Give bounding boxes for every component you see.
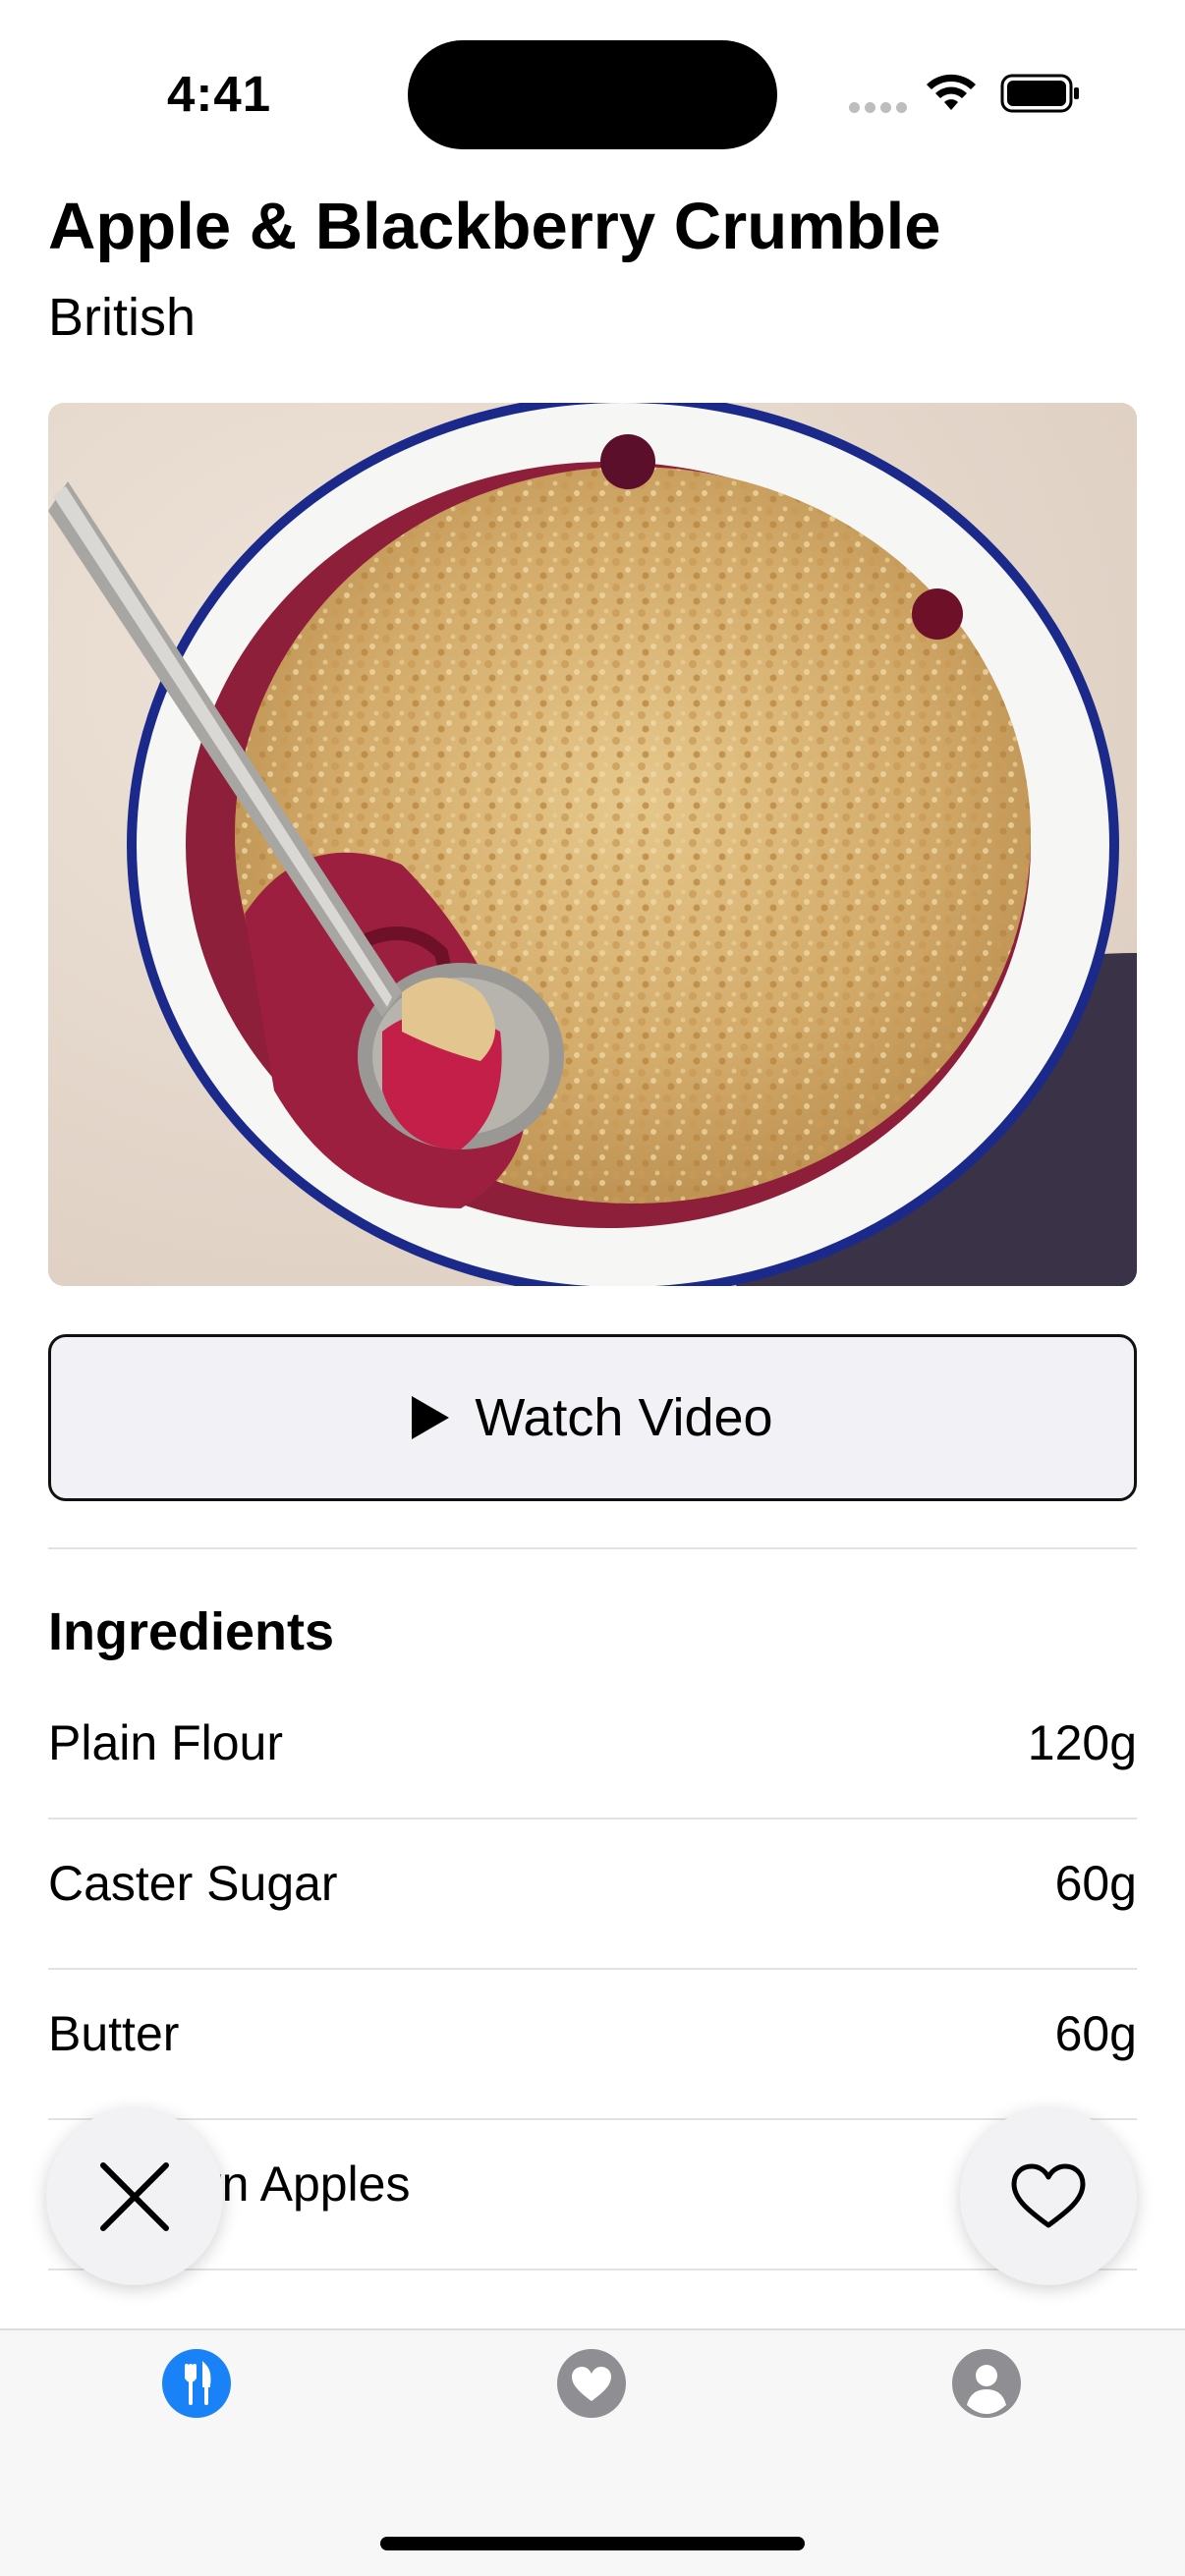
home-indicator — [380, 2537, 805, 2550]
ingredient-name: Caster Sugar — [48, 1856, 338, 1911]
heart-outline-icon — [1011, 2163, 1086, 2228]
fork-knife-icon — [162, 2349, 231, 2418]
close-button[interactable] — [46, 2108, 223, 2285]
section-divider — [48, 1547, 1137, 1549]
recipe-image — [48, 403, 1137, 1286]
ingredient-name: Butter — [48, 2006, 180, 2061]
favorite-button[interactable] — [960, 2108, 1137, 2285]
close-icon — [100, 2162, 169, 2231]
person-icon — [952, 2349, 1021, 2418]
dynamic-island — [408, 40, 777, 149]
recipe-detail-screen: 4:41 Apple & Blackberry Crumble British — [0, 0, 1185, 2576]
cellular-signal-icon — [849, 102, 907, 113]
ingredient-row: Plain Flour 120g — [48, 1685, 1137, 1820]
play-icon — [412, 1396, 450, 1439]
battery-icon — [1000, 74, 1079, 113]
watch-video-label: Watch Video — [475, 1388, 773, 1447]
ingredient-row: Caster Sugar 60g — [48, 1820, 1137, 1970]
tab-favorites[interactable] — [556, 2348, 627, 2419]
recipe-cuisine: British — [48, 288, 197, 347]
wifi-icon — [927, 74, 976, 110]
watch-video-button[interactable]: Watch Video — [48, 1334, 1137, 1501]
ingredient-quantity: 60g — [1054, 1856, 1137, 1911]
tab-profile[interactable] — [951, 2348, 1022, 2419]
ingredient-row: Butter 60g — [48, 1970, 1137, 2120]
tab-recipes[interactable] — [161, 2348, 232, 2419]
ingredient-quantity: 60g — [1054, 2006, 1137, 2061]
heart-icon — [557, 2349, 626, 2418]
ingredients-heading: Ingredients — [48, 1602, 335, 1661]
status-time: 4:41 — [167, 66, 272, 122]
recipe-title: Apple & Blackberry Crumble — [48, 190, 941, 263]
ingredient-name: Plain Flour — [48, 1715, 283, 1770]
ingredient-quantity: 120g — [1027, 1715, 1137, 1770]
